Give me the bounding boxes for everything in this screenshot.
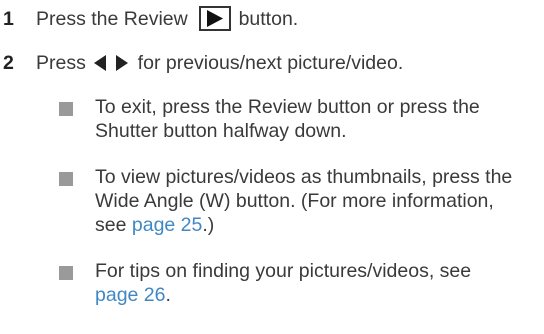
- bullet-line: To exit, press the Review button or pres…: [95, 96, 480, 118]
- bullet-text: To exit, press the Review button or pres…: [95, 95, 539, 143]
- left-right-arrows-icon: [94, 53, 129, 77]
- square-bullet-icon: [59, 102, 73, 116]
- bullet-line: Wide Angle (W) button. (For more informa…: [95, 190, 494, 212]
- line-text: .: [165, 284, 171, 306]
- step-number: 1: [3, 8, 14, 30]
- square-bullet-icon: [59, 266, 73, 280]
- step-text-before: Press the Review: [36, 8, 194, 30]
- bullet-item-exit: To exit, press the Review button or pres…: [59, 95, 539, 147]
- step-2: 2 Press for previous/next picture/video.: [0, 51, 403, 77]
- review-play-icon: [199, 6, 232, 31]
- line-text: .): [202, 214, 215, 236]
- step-text-after: for previous/next picture/video.: [132, 52, 404, 74]
- bullet-line: page 26.: [95, 283, 539, 307]
- bullet-text: To view pictures/videos as thumbnails, p…: [95, 165, 539, 237]
- step-1: 1 Press the Review button.: [0, 6, 298, 31]
- bullet-line: To view pictures/videos as thumbnails, p…: [95, 166, 513, 188]
- step-text-after: button.: [233, 8, 299, 30]
- bullet-line: Shutter button halfway down.: [95, 120, 347, 142]
- step-number: 2: [3, 52, 14, 74]
- page-25-link[interactable]: page 25: [132, 214, 203, 236]
- square-bullet-icon: [59, 172, 73, 186]
- bullet-line: For tips on finding your pictures/videos…: [95, 260, 472, 282]
- line-text: see: [95, 214, 127, 236]
- bullet-item-tips: For tips on finding your pictures/videos…: [59, 259, 539, 311]
- step-text-before: Press: [36, 52, 92, 74]
- bullet-text: For tips on finding your pictures/videos…: [95, 259, 539, 307]
- bullet-item-thumbnails: To view pictures/videos as thumbnails, p…: [59, 165, 539, 241]
- page-26-link[interactable]: page 26: [95, 284, 166, 306]
- instruction-page: 1 Press the Review button. 2 Press for pre…: [0, 0, 544, 334]
- bullet-line: see page 25.): [95, 213, 539, 237]
